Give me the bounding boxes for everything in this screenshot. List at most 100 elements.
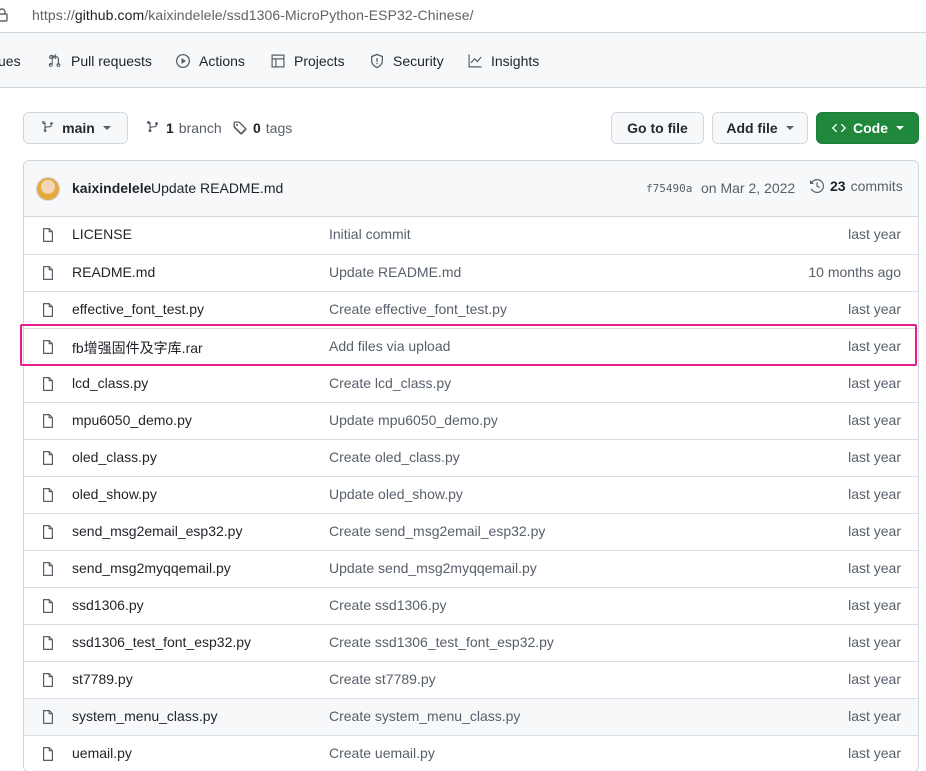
file-name-link[interactable]: ssd1306.py (72, 597, 144, 613)
file-commit-message-link[interactable]: Create st7789.py (329, 671, 436, 687)
url-path: /kaixindelele/ssd1306-MicroPython-ESP32-… (144, 7, 474, 23)
file-icon (40, 746, 56, 762)
chevron-down-icon (896, 126, 904, 130)
branch-select-button[interactable]: main (23, 112, 128, 144)
graph-icon (468, 54, 482, 67)
tab-pull-requests[interactable]: Pull requests (47, 33, 152, 88)
file-commit-message-link[interactable]: Update README.md (329, 264, 461, 280)
file-name-link[interactable]: uemail.py (72, 745, 132, 761)
file-commit-message-link[interactable]: Initial commit (329, 226, 411, 242)
tag-icon (233, 121, 247, 135)
file-name-link[interactable]: LICENSE (72, 226, 132, 242)
file-row[interactable]: ssd1306.py Create ssd1306.py last year (24, 587, 918, 624)
file-commit-message-link[interactable]: Update oled_show.py (329, 486, 463, 502)
table-icon (271, 54, 285, 67)
file-commit-message-link[interactable]: Create lcd_class.py (329, 375, 451, 391)
file-name-link[interactable]: system_menu_class.py (72, 708, 218, 724)
file-icon (40, 561, 56, 577)
file-row[interactable]: oled_class.py Create oled_class.py last ye… (24, 439, 918, 476)
chevron-down-icon (102, 126, 111, 130)
file-row[interactable]: ssd1306_test_font_esp32.py Create ssd1306… (24, 624, 918, 661)
file-row[interactable]: effective_font_test.py Create effective_f… (24, 291, 918, 328)
file-icon (40, 598, 56, 614)
commit-message[interactable]: Update README.md (151, 180, 283, 196)
file-name-link[interactable]: send_msg2email_esp32.py (72, 523, 242, 539)
file-age: last year (848, 338, 901, 354)
file-icon (40, 709, 56, 725)
file-icon (40, 227, 56, 243)
commit-author[interactable]: kaixindelele (72, 180, 151, 196)
avatar[interactable] (36, 177, 60, 201)
file-icon (40, 376, 56, 392)
browser-address-bar[interactable]: https://github.com/kaixindelele/ssd1306-… (0, 0, 926, 32)
file-name-link[interactable]: oled_show.py (72, 486, 157, 502)
file-icon (40, 339, 56, 355)
tab-projects[interactable]: Projects (270, 33, 345, 88)
shield-icon (371, 53, 383, 68)
file-row[interactable]: st7789.py Create st7789.py last year (24, 661, 918, 698)
file-commit-message-link[interactable]: Create oled_class.py (329, 449, 460, 465)
code-button[interactable]: Code (816, 112, 919, 144)
file-name-link[interactable]: ssd1306_test_font_esp32.py (72, 634, 251, 650)
file-row[interactable]: LICENSE Initial commit last year (24, 217, 918, 254)
history-icon (810, 178, 825, 193)
file-name-link[interactable]: mpu6050_demo.py (72, 412, 192, 428)
file-icon (40, 487, 56, 503)
tags-link[interactable]: 0 tags (232, 116, 292, 140)
file-commit-message-link[interactable]: Update mpu6050_demo.py (329, 412, 498, 428)
file-name-link[interactable]: lcd_class.py (72, 375, 148, 391)
commit-sha[interactable]: f75490a (646, 182, 692, 195)
file-name-link[interactable]: effective_font_test.py (72, 301, 204, 317)
tab-issues-label: ues (0, 52, 21, 69)
file-icon (40, 524, 56, 540)
tab-projects-label: Projects (294, 52, 345, 69)
file-name-link[interactable]: fb增强固件及字库.rar (72, 338, 203, 358)
file-row[interactable]: system_menu_class.py Create system_menu_c… (24, 698, 918, 735)
code-icon (831, 123, 847, 133)
file-row[interactable]: README.md Update README.md 10 months ago (24, 254, 918, 291)
tag-word: tags (265, 120, 293, 136)
file-name-link[interactable]: README.md (72, 264, 155, 280)
file-row[interactable]: send_msg2myqqemail.py Update send_msg2myq… (24, 550, 918, 587)
add-file-button[interactable]: Add file (712, 112, 808, 144)
chevron-down-icon (785, 126, 794, 130)
file-commit-message-link[interactable]: Update send_msg2myqqemail.py (329, 560, 537, 576)
tab-actions[interactable]: Actions (175, 33, 245, 88)
url-prefix: https:// (32, 7, 75, 23)
file-name-link[interactable]: st7789.py (72, 671, 133, 687)
go-to-file-label: Go to file (627, 120, 688, 136)
file-row[interactable]: fb增强固件及字库.rar Add files via upload last ye… (24, 328, 918, 365)
commits-link[interactable]: 23 commits (809, 178, 903, 194)
file-age: last year (848, 226, 901, 242)
file-commit-message-link[interactable]: Create ssd1306_test_font_esp32.py (329, 634, 554, 650)
file-list: kaixindelele Update README.md f75490a on… (23, 160, 919, 771)
file-commit-message-link[interactable]: Create send_msg2email_esp32.py (329, 523, 545, 539)
file-icon (40, 672, 56, 688)
url-host: github.com (74, 7, 145, 23)
file-icon (40, 450, 56, 466)
file-row[interactable]: lcd_class.py Create lcd_class.py last year (24, 365, 918, 402)
go-to-file-button[interactable]: Go to file (611, 112, 704, 144)
file-commit-message-link[interactable]: Create ssd1306.py (329, 597, 447, 613)
code-label: Code (853, 120, 888, 136)
url-text[interactable]: https://github.com/kaixindelele/ssd1306-… (32, 7, 474, 23)
file-commit-message-link[interactable]: Add files via upload (329, 338, 450, 354)
tab-insights[interactable]: Insights (467, 33, 539, 88)
file-row[interactable]: mpu6050_demo.py Update mpu6050_demo.py las… (24, 402, 918, 439)
file-row[interactable]: send_msg2email_esp32.py Create send_msg2e… (24, 513, 918, 550)
tab-security-label: Security (393, 52, 444, 69)
file-name-link[interactable]: oled_class.py (72, 449, 157, 465)
branches-link[interactable]: 1 branch (145, 116, 222, 140)
file-row[interactable]: uemail.py Create uemail.py last year (24, 735, 918, 771)
file-commit-message-link[interactable]: Create system_menu_class.py (329, 708, 520, 724)
tab-security[interactable]: Security (369, 33, 444, 88)
file-icon (40, 265, 56, 281)
tab-issues[interactable]: ues (0, 33, 21, 88)
file-age: last year (848, 412, 901, 428)
file-name-link[interactable]: send_msg2myqqemail.py (72, 560, 231, 576)
file-commit-message-link[interactable]: Create uemail.py (329, 745, 435, 761)
file-commit-message-link[interactable]: Create effective_font_test.py (329, 301, 507, 317)
file-row[interactable]: oled_show.py Update oled_show.py last year (24, 476, 918, 513)
branch-word: branch (178, 120, 222, 136)
branch-name: main (62, 120, 95, 136)
